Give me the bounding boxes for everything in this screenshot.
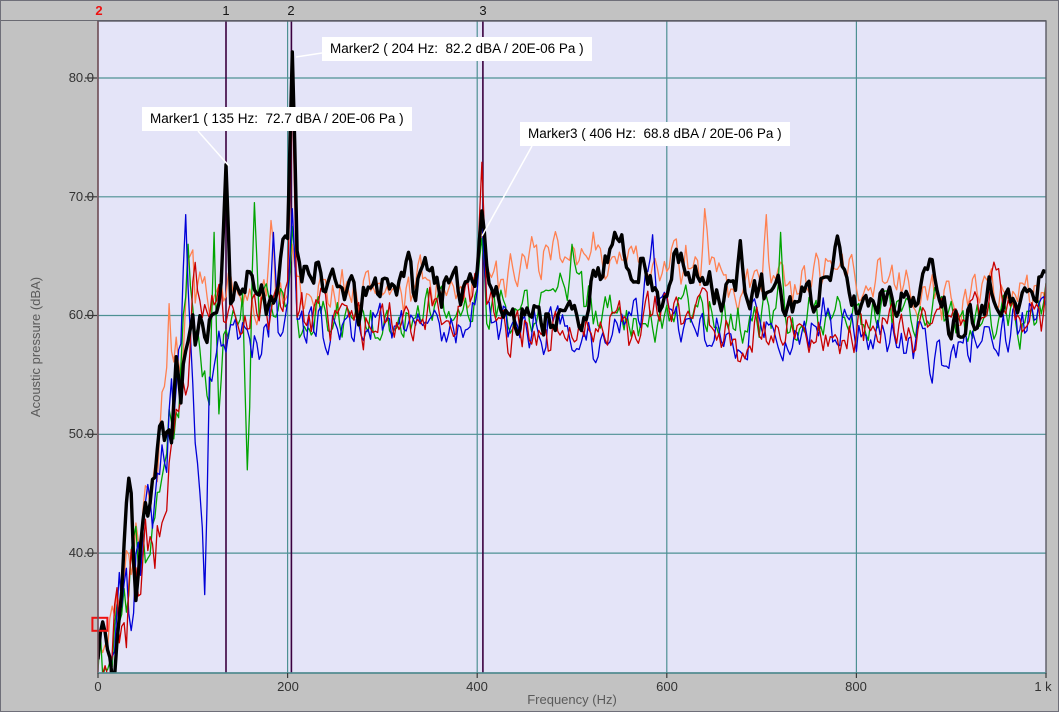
x-tick-label: 1 k (1003, 679, 1059, 695)
spectrum-window: 80.0 70.0 60.0 50.0 40.0 0 200 400 600 8… (0, 0, 1059, 712)
x-tick-label: 400 (437, 679, 517, 695)
marker3-callout[interactable]: Marker3 ( 406 Hz: 68.8 dBA / 20E-06 Pa ) (520, 122, 790, 146)
cursor-number[interactable]: 2 (95, 2, 102, 19)
y-axis-title: Acoustic pressure (dBA) (28, 277, 44, 417)
x-axis-title: Frequency (Hz) (527, 692, 617, 708)
y-tick-label: 40.0 (52, 545, 94, 561)
x-tick-label: 600 (627, 679, 707, 695)
x-tick-label: 0 (58, 679, 138, 695)
y-tick-label: 50.0 (52, 426, 94, 442)
y-tick-label: 80.0 (52, 70, 94, 86)
y-tick-label: 60.0 (52, 307, 94, 323)
x-tick-label: 200 (248, 679, 328, 695)
marker2-callout[interactable]: Marker2 ( 204 Hz: 82.2 dBA / 20E-06 Pa ) (322, 37, 592, 61)
marker-strip-number-3[interactable]: 3 (479, 2, 486, 19)
marker-strip-number-2[interactable]: 2 (287, 2, 294, 19)
y-tick-label: 70.0 (52, 189, 94, 205)
marker1-callout[interactable]: Marker1 ( 135 Hz: 72.7 dBA / 20E-06 Pa ) (142, 107, 412, 131)
x-tick-label: 800 (816, 679, 896, 695)
marker-strip-number-1[interactable]: 1 (222, 2, 229, 19)
